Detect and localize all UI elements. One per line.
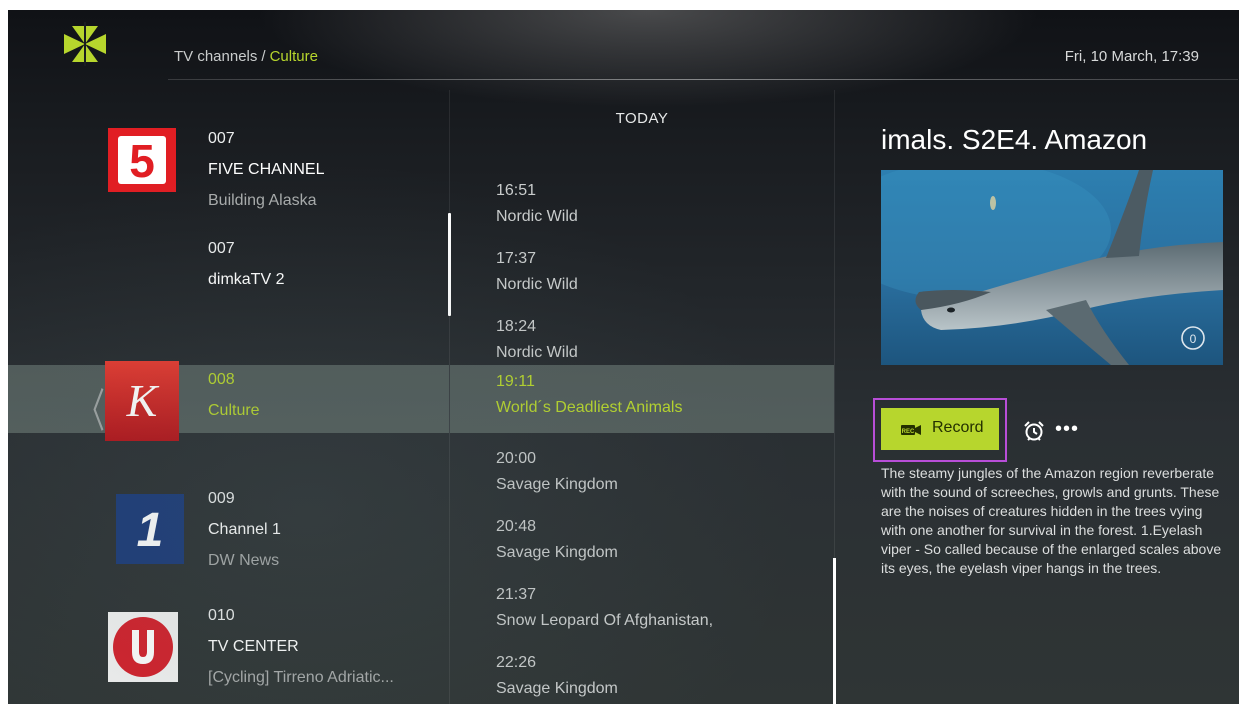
channel-item[interactable]: 007 dimkaTV 2 (8, 230, 449, 360)
schedule-title: Nordic Wild (496, 344, 578, 361)
program-preview-image: 0 (881, 170, 1223, 365)
schedule-time: 16:51 (496, 182, 537, 199)
channel-number: 008 (208, 371, 235, 388)
channel-1-logo: 1 (116, 494, 184, 564)
channel-1-logo-text: 1 (137, 504, 164, 557)
program-schedule: TODAY 16:51 Nordic Wild 17:37 Nordic Wil… (450, 90, 834, 704)
schedule-title: Snow Leopard Of Afghanistan, (496, 612, 714, 629)
schedule-title: Nordic Wild (496, 276, 578, 293)
breadcrumb: TV channels / Culture (174, 48, 318, 65)
schedule-item[interactable]: 17:37 Nordic Wild (450, 238, 834, 298)
schedule-item[interactable]: 20:48 Savage Kingdom (450, 510, 834, 570)
channel-item[interactable]: 010 TV CENTER [Cycling] Tirreno Adriatic… (8, 580, 449, 704)
record-button-label: Record (932, 419, 984, 436)
program-actions: REC Record ••• (873, 398, 1233, 462)
schedule-time: 21:37 (496, 586, 537, 603)
channel-number: 009 (208, 490, 235, 507)
breadcrumb-root[interactable]: TV channels (174, 48, 257, 65)
schedule-title: Nordic Wild (496, 208, 578, 225)
culture-logo-text: K (126, 375, 160, 426)
channel-number: 007 (208, 130, 235, 147)
record-button[interactable]: REC Record (881, 408, 999, 450)
channel-current-show: DW News (208, 552, 280, 569)
channel-number: 010 (208, 607, 235, 624)
header-divider (168, 79, 1238, 80)
schedule-item[interactable]: 18:24 Nordic Wild (450, 306, 834, 366)
svg-text:REC: REC (902, 429, 915, 435)
breadcrumb-current: Culture (269, 48, 318, 65)
program-details: imals. S2E4. Amazon 0 REC Record ••• The… (835, 90, 1239, 704)
schedule-item-selected[interactable]: 19:11 World´s Deadliest Animals (450, 365, 834, 433)
channel-name: Culture (208, 402, 260, 419)
five-channel-logo-text: 5 (129, 135, 155, 187)
channel-current-show: Building Alaska (208, 192, 317, 209)
more-options-icon[interactable]: ••• (1055, 418, 1079, 441)
channel-name: FIVE CHANNEL (208, 161, 325, 178)
tv-guide-screen: TV channels / Culture Fri, 10 March, 17:39… (8, 10, 1239, 704)
chevron-left-icon[interactable]: 〈 (77, 375, 105, 441)
program-title: imals. S2E4. Amazon (881, 124, 1148, 155)
schedule-time: 17:37 (496, 250, 537, 267)
schedule-title: Savage Kingdom (496, 544, 618, 561)
schedule-time: 19:11 (496, 373, 535, 390)
channel-number: 007 (208, 240, 235, 257)
channel-item[interactable]: 5 007 FIVE CHANNEL Building Alaska (8, 90, 449, 220)
schedule-item[interactable]: 21:37 Snow Leopard Of Afghanistan, (450, 578, 834, 638)
channel-item-selected[interactable]: K 008 Culture (8, 361, 449, 441)
five-channel-logo: 5 (106, 126, 178, 194)
culture-logo: K (105, 361, 179, 441)
schedule-day-label: TODAY (615, 110, 669, 127)
schedule-time: 20:00 (496, 450, 537, 467)
clock: Fri, 10 March, 17:39 (1064, 48, 1199, 65)
schedule-item[interactable]: 20:00 Savage Kingdom (450, 442, 834, 502)
channel-list: 5 007 FIVE CHANNEL Building Alaska 007 d… (8, 90, 449, 704)
schedule-title: World´s Deadliest Animals (496, 399, 683, 416)
breadcrumb-separator: / (261, 48, 266, 65)
schedule-item[interactable]: 22:26 Savage Kingdom (450, 646, 834, 704)
channel-name: dimkaTV 2 (208, 271, 285, 288)
alarm-clock-icon[interactable] (1023, 420, 1045, 447)
channel-name: TV CENTER (208, 638, 299, 655)
schedule-title: Savage Kingdom (496, 680, 618, 697)
schedule-time: 20:48 (496, 518, 537, 535)
tv-center-logo (108, 612, 178, 682)
schedule-title: Savage Kingdom (496, 476, 618, 493)
channel-item[interactable]: 1 009 Channel 1 DW News (8, 450, 449, 580)
rec-camera-icon: REC (901, 423, 921, 441)
schedule-item[interactable]: 16:51 Nordic Wild (450, 170, 834, 230)
channel-name: Channel 1 (208, 521, 281, 538)
schedule-time: 22:26 (496, 654, 537, 671)
channel-current-show: [Cycling] Tirreno Adriatic... (208, 669, 394, 686)
app-logo[interactable] (64, 22, 106, 66)
svg-text:0: 0 (1190, 332, 1197, 346)
schedule-time: 18:24 (496, 318, 537, 335)
program-description: The steamy jungles of the Amazon region … (881, 465, 1222, 576)
